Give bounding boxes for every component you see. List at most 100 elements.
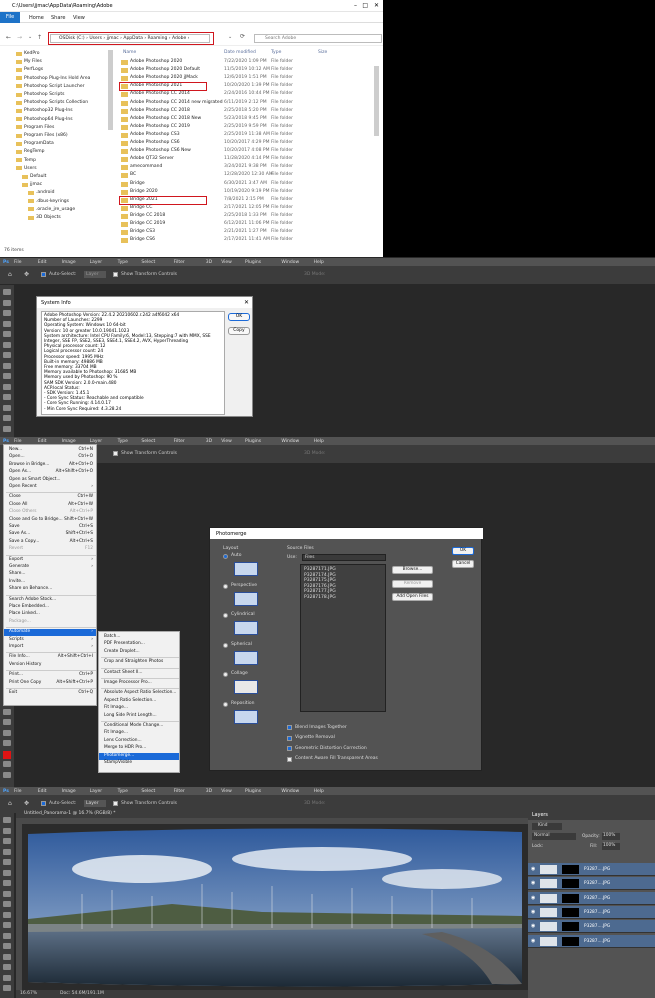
column-header-size[interactable]: Size bbox=[318, 50, 327, 55]
automate-menu-item[interactable]: Photomerge... bbox=[99, 752, 179, 760]
source-file-item[interactable]: P3287171.JPG bbox=[304, 567, 336, 572]
layout-radio[interactable] bbox=[223, 701, 228, 707]
nav-item[interactable]: .oracle_jre_usage bbox=[36, 207, 75, 212]
tool-icon[interactable] bbox=[3, 373, 11, 379]
maximize-icon[interactable]: □ bbox=[362, 2, 368, 9]
tool-icon[interactable] bbox=[3, 331, 11, 337]
nav-item[interactable]: Photoshop64 Plug-Ins bbox=[24, 117, 73, 122]
tool-icon[interactable] bbox=[3, 708, 11, 715]
tool-icon[interactable] bbox=[3, 817, 11, 823]
file-menu-item[interactable]: Automate bbox=[4, 629, 96, 637]
menu-help[interactable]: Help bbox=[314, 260, 324, 265]
tool-icon[interactable] bbox=[3, 289, 11, 295]
file-row[interactable]: Adobe Photoshop CC 2014 2/24/2016 10:44 P… bbox=[118, 91, 368, 99]
file-row[interactable]: Adobe Photoshop CC 2019 2/25/2019 9:59 PM… bbox=[118, 124, 368, 132]
source-file-item[interactable]: P3287176.JPG bbox=[304, 584, 336, 589]
menu-image[interactable]: Image bbox=[62, 260, 76, 265]
zoom-level[interactable]: 16.67% bbox=[20, 991, 37, 996]
menu-file[interactable]: File bbox=[14, 260, 22, 265]
fill-value[interactable]: 100% bbox=[602, 843, 620, 850]
home-icon[interactable]: ⌂ bbox=[8, 271, 12, 278]
layout-preview-icon[interactable] bbox=[234, 562, 258, 576]
tool-icon[interactable] bbox=[3, 394, 11, 400]
automate-menu-item[interactable]: Fit Image... bbox=[99, 705, 179, 712]
automate-menu-item[interactable]: Image Processor Pro... bbox=[99, 680, 179, 687]
photomerge-ok-button[interactable]: OK bbox=[452, 547, 474, 555]
menu-select[interactable]: Select bbox=[141, 260, 155, 265]
file-row[interactable]: Bridge 6/30/2021 3:47 AM File folder bbox=[118, 181, 368, 189]
nav-item[interactable]: RegTemp bbox=[24, 149, 45, 154]
menu-plugins[interactable]: Plugins bbox=[245, 789, 261, 794]
menu-filter[interactable]: Filter bbox=[174, 789, 185, 794]
menu-plugins[interactable]: Plugins bbox=[245, 439, 261, 444]
menu-type[interactable]: Type bbox=[118, 789, 128, 794]
document-tab[interactable]: Untitled_Panorama-1 @ 16.7% (RGB/8) * bbox=[16, 810, 528, 818]
source-file-item[interactable]: P3287174.JPG bbox=[304, 573, 336, 578]
menu-view[interactable]: View bbox=[221, 789, 232, 794]
minimize-icon[interactable]: – bbox=[354, 2, 357, 9]
address-dropdown-icon[interactable]: ⌄ bbox=[228, 34, 232, 40]
layer-row[interactable]: ◉ P3287....JPG bbox=[528, 934, 655, 948]
file-menu-item[interactable]: Open Recent bbox=[4, 484, 96, 491]
nav-item[interactable]: Photoshop Script Launcher bbox=[24, 84, 84, 89]
menu-view[interactable]: View bbox=[221, 260, 232, 265]
option-checkbox[interactable] bbox=[287, 735, 292, 741]
column-header-name[interactable]: Name bbox=[123, 50, 136, 55]
move-tool-icon[interactable]: ✥ bbox=[24, 800, 29, 807]
home-icon[interactable]: ⌂ bbox=[8, 800, 12, 807]
move-tool-icon[interactable]: ✥ bbox=[24, 271, 29, 278]
visibility-eye-icon[interactable]: ◉ bbox=[531, 895, 535, 901]
layout-preview-icon[interactable] bbox=[234, 650, 258, 665]
menu-image[interactable]: Image bbox=[62, 789, 76, 794]
layer-filter-kind[interactable]: Kind bbox=[532, 823, 562, 830]
file-row[interactable]: Adobe Photoshop 2020 7/22/2020 1:09 PM Fil… bbox=[118, 59, 368, 67]
tool-icon[interactable] bbox=[3, 425, 11, 432]
option-checkbox[interactable] bbox=[287, 756, 292, 762]
layout-radio[interactable] bbox=[223, 672, 228, 677]
file-row[interactable]: Adobe Photoshop CS6 10/20/2017 4:29 PM Fil… bbox=[118, 140, 368, 148]
nav-scrollbar[interactable] bbox=[108, 50, 113, 130]
menu-file[interactable]: File bbox=[14, 789, 22, 794]
file-menu-item[interactable]: Generate bbox=[4, 564, 96, 571]
tool-icon[interactable] bbox=[3, 964, 11, 970]
remove-button[interactable]: Remove bbox=[392, 580, 433, 588]
menu-file[interactable]: File bbox=[14, 439, 22, 444]
nav-item[interactable]: .dbus-keyrings bbox=[36, 199, 69, 204]
file-menu-item[interactable]: Share on Behance... bbox=[4, 586, 96, 593]
nav-item[interactable]: .android bbox=[36, 190, 55, 195]
nav-item[interactable]: Users bbox=[24, 166, 37, 171]
menu-plugins[interactable]: Plugins bbox=[245, 260, 261, 265]
file-menu-item[interactable]: Version History bbox=[4, 662, 96, 669]
tool-icon[interactable] bbox=[3, 890, 11, 897]
file-menu-item[interactable]: Place Linked... bbox=[4, 611, 96, 618]
browse-button[interactable]: Browse... bbox=[392, 566, 433, 574]
automate-menu-item[interactable]: Batch... bbox=[99, 634, 179, 641]
layout-radio[interactable] bbox=[223, 554, 228, 559]
nav-item[interactable]: PerfLogs bbox=[24, 67, 43, 72]
menu-layer[interactable]: Layer bbox=[90, 789, 103, 794]
ribbon-home-tab[interactable]: Home bbox=[29, 15, 44, 21]
automate-menu-item[interactable]: Conditional Mode Change... bbox=[99, 723, 179, 730]
layout-preview-icon[interactable] bbox=[234, 709, 258, 724]
nav-item[interactable]: Photoshop Scripts Collection bbox=[24, 100, 88, 105]
source-file-item[interactable]: P3287178.JPG bbox=[304, 595, 336, 600]
tool-icon[interactable] bbox=[3, 953, 11, 960]
automate-menu-item[interactable]: Crop and Straighten Photos bbox=[99, 659, 179, 666]
menu-help[interactable]: Help bbox=[314, 439, 324, 444]
layer-row[interactable]: ◉ P3287....JPG bbox=[528, 905, 655, 919]
tool-icon[interactable] bbox=[3, 352, 11, 358]
nav-item[interactable]: Photoshop Scripts bbox=[24, 92, 64, 97]
tool-icon[interactable] bbox=[3, 362, 11, 369]
automate-menu-item[interactable]: Long Side Print Length... bbox=[99, 713, 179, 720]
foreground-color-swatch[interactable] bbox=[3, 751, 11, 759]
photomerge-cancel-button[interactable]: Cancel bbox=[452, 560, 474, 568]
canvas-area[interactable] bbox=[22, 824, 528, 990]
file-row[interactable]: Bridge CS3 2/21/2021 1:27 PM File folder bbox=[118, 229, 368, 237]
nav-item[interactable]: Photoshop32 Plug-Ins bbox=[24, 108, 73, 113]
menu-ps[interactable]: Ps bbox=[3, 789, 9, 794]
file-menu-item[interactable]: Place Embedded... bbox=[4, 604, 96, 611]
up-icon[interactable]: ↑ bbox=[37, 34, 42, 41]
nav-item[interactable]: Default bbox=[30, 174, 46, 179]
menu-layer[interactable]: Layer bbox=[90, 439, 103, 444]
tool-icon[interactable] bbox=[3, 771, 11, 778]
